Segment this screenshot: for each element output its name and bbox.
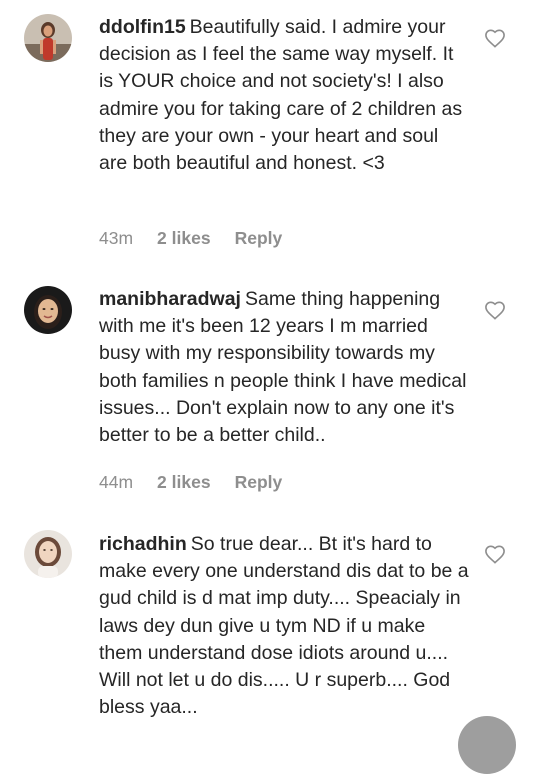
comment-body: Same thing happening with me it's been 1… [99,288,467,447]
comment-text: manibharadwaj Same thing happening with m… [99,286,469,449]
avatar-photo-icon [24,530,72,578]
heart-outline-icon[interactable] [484,300,506,320]
comment-text: ddolfin15 Beautifully said. I admire your… [99,14,469,177]
heart-outline-icon[interactable] [484,28,506,48]
avatar[interactable] [24,530,72,578]
comment-time: 44m [99,472,134,492]
comment-username[interactable]: ddolfin15 [99,16,186,38]
comment-meta: 44m 2 likes Reply [99,472,282,493]
comment-meta: 43m 2 likes Reply [99,228,282,249]
heart-outline-icon[interactable] [484,544,506,564]
comment-username[interactable]: manibharadwaj [99,288,241,310]
comment-username[interactable]: richadhin [99,533,187,555]
comment-time: 43m [99,228,134,248]
avatar-photo-icon [24,14,72,62]
reply-button[interactable]: Reply [235,228,283,249]
avatar[interactable] [24,14,72,62]
comment-body: So true dear... Bt it's hard to make eve… [99,533,469,719]
comment-likes[interactable]: 2 likes [157,228,211,249]
floating-action-button[interactable] [458,716,516,774]
avatar[interactable] [24,286,72,334]
comment-body: Beautifully said. I admire your decision… [99,16,463,175]
comment-text: richadhin So true dear... Bt it's hard to… [99,531,469,721]
avatar-photo-icon [24,286,72,334]
comment-likes[interactable]: 2 likes [157,472,211,493]
reply-button[interactable]: Reply [235,472,283,493]
